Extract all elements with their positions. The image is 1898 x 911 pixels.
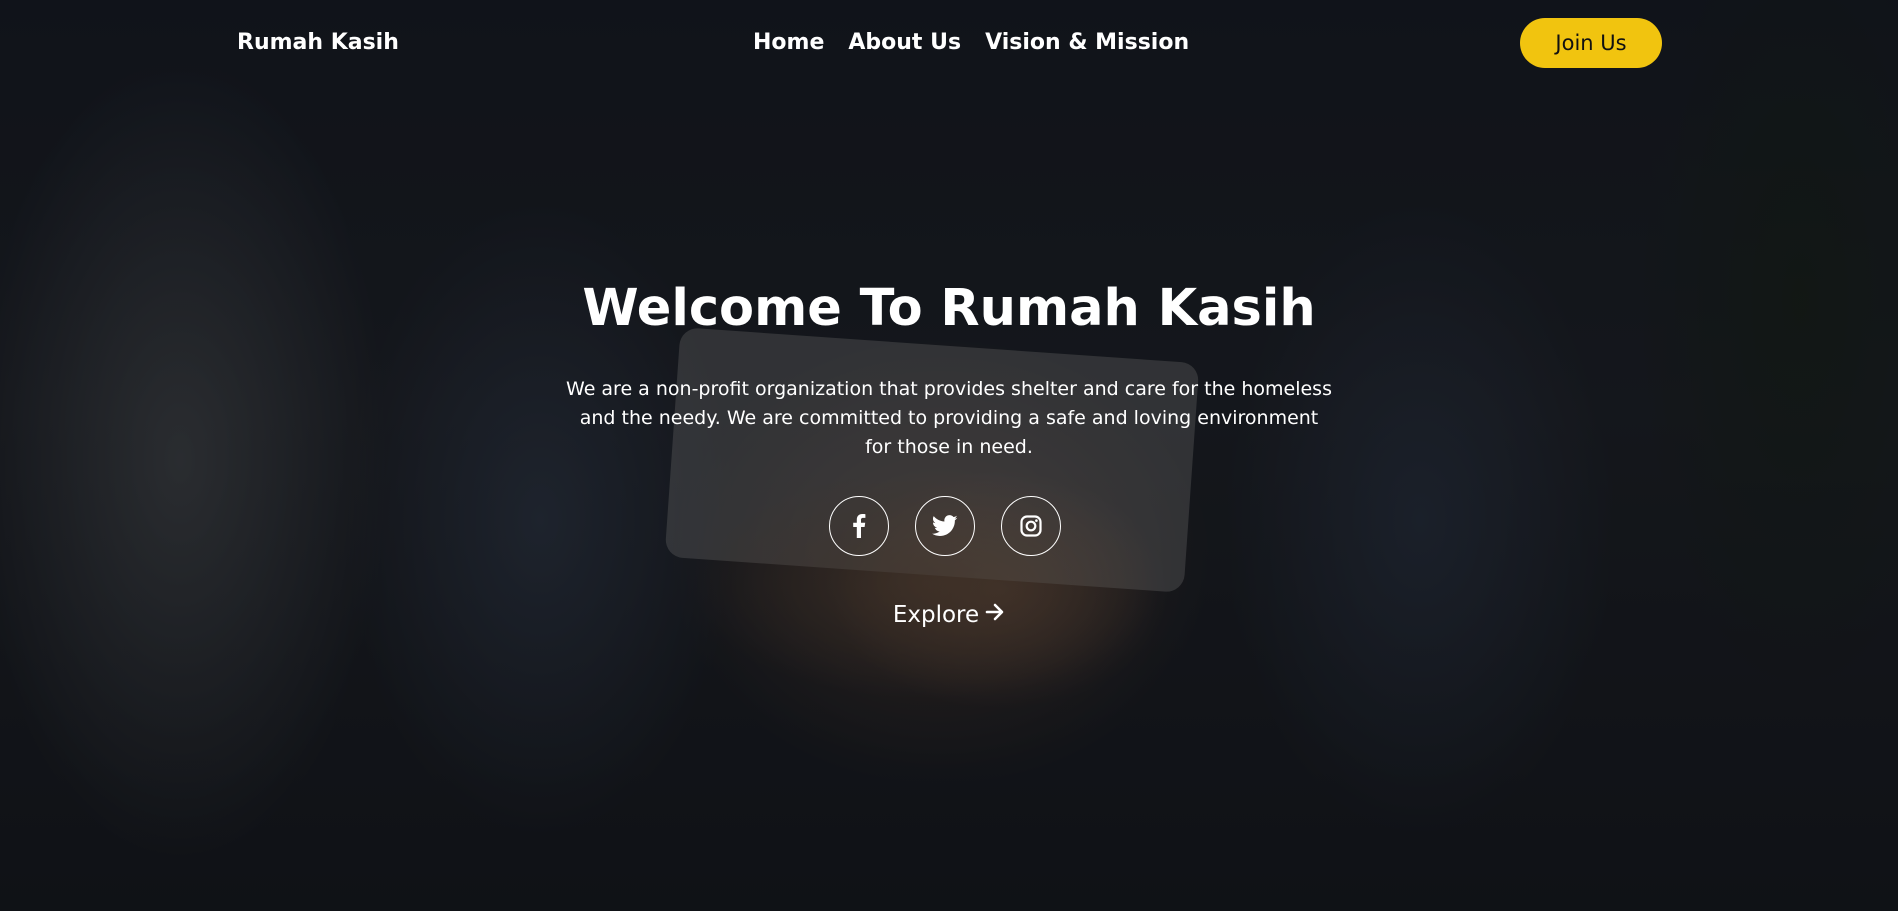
nav-item-about-us[interactable]: About Us [848,28,961,58]
twitter-icon [932,515,958,537]
arrow-right-icon [985,599,1005,631]
twitter-button[interactable] [915,496,975,556]
explore-section: Explore [0,599,1898,631]
nav-item-vision-mission[interactable]: Vision & Mission [985,28,1189,58]
navbar: Rumah Kasih Home About Us Vision & Missi… [0,0,1898,88]
main-nav: Home About Us Vision & Mission [753,28,1189,58]
instagram-button[interactable] [1001,496,1061,556]
join-us-button[interactable]: Join Us [1520,18,1662,68]
facebook-button[interactable] [829,496,889,556]
nav-item-home[interactable]: Home [753,28,824,58]
social-links [829,496,1061,556]
facebook-icon [852,514,866,538]
hero-content: Welcome To Rumah Kasih We are a non-prof… [0,0,1898,911]
hero-description: We are a non-profit organization that pr… [566,378,1332,458]
brand-logo[interactable]: Rumah Kasih [237,28,399,58]
explore-link[interactable]: Explore [893,599,1005,631]
instagram-icon [1020,515,1042,537]
page-title: Welcome To Rumah Kasih [582,279,1316,338]
explore-label: Explore [892,602,980,628]
